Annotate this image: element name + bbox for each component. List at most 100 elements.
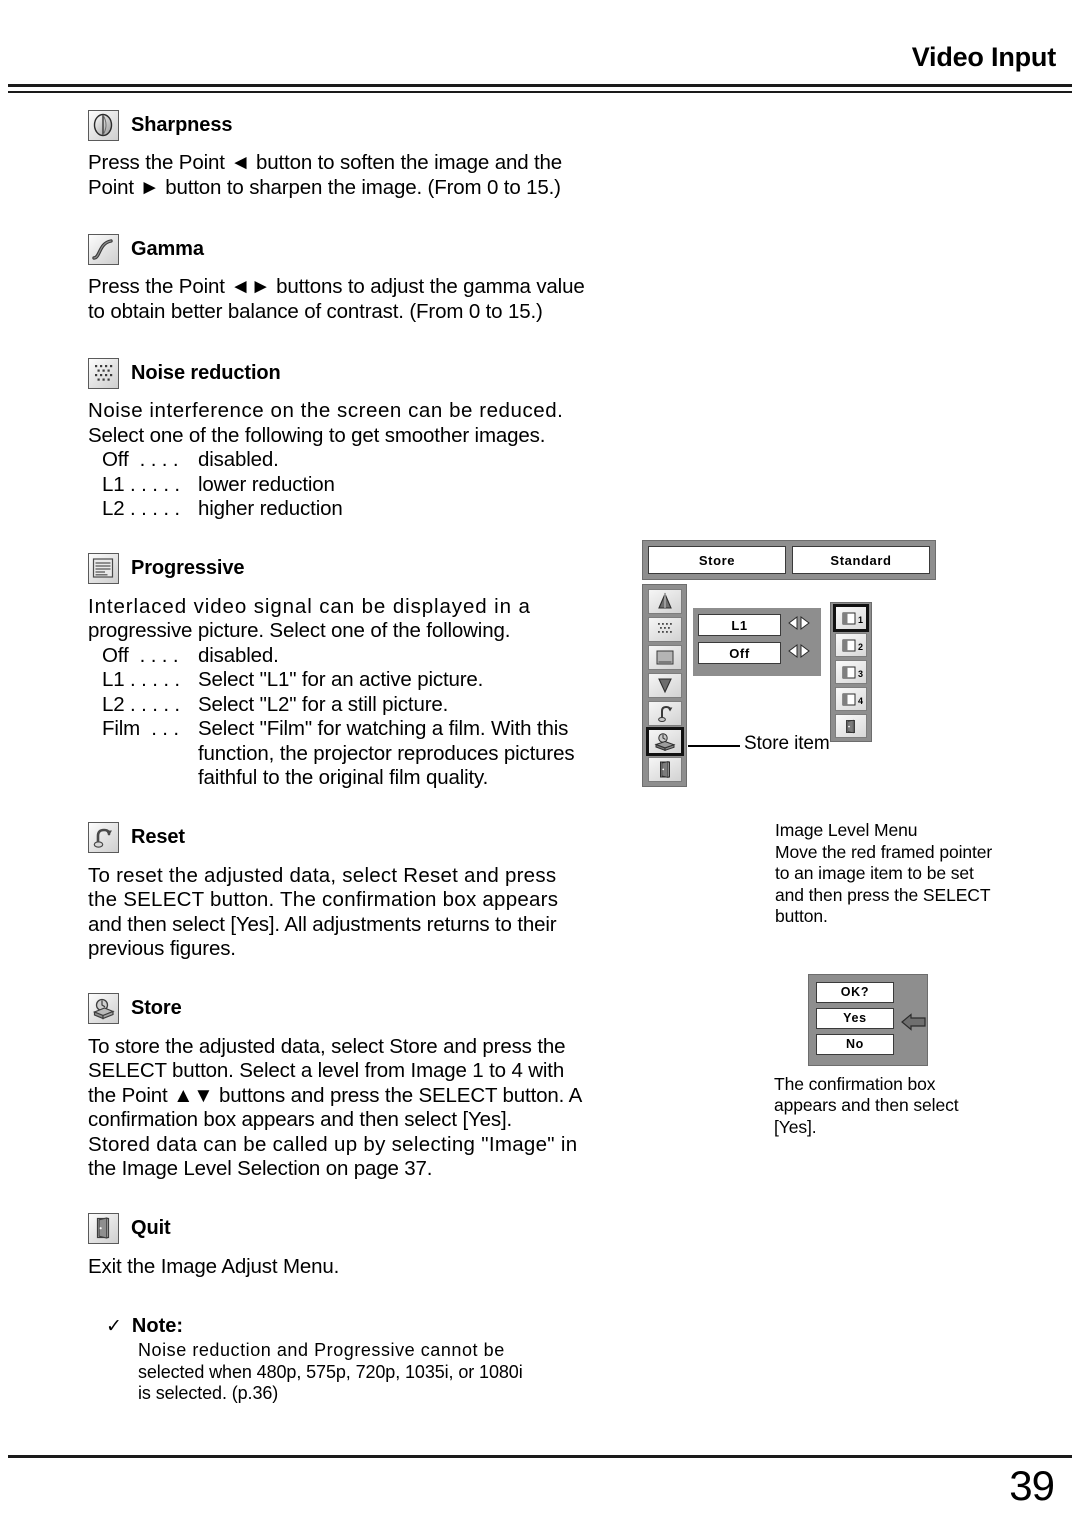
option-key: L1 . . . . . (102, 472, 180, 496)
noise-reduction-text: Noise interference on the screen can be … (88, 399, 608, 448)
osd-tab-store[interactable]: Store (648, 546, 786, 574)
option-key: Film . . . (102, 717, 179, 740)
section-store: Store To store the adjusted data, select… (88, 992, 608, 1182)
reset-line-2: the SELECT button. The confirmation box … (88, 888, 559, 911)
sharpness-title: Sharpness (131, 113, 233, 136)
image-level-number: 3 (857, 669, 863, 679)
osd-tab-standard[interactable]: Standard (792, 546, 930, 574)
osd-image-adjust-menu: Store Standard L1 Off 1 2 3 4 Store item (640, 540, 936, 790)
option-continuation: function, the projector reproduces pictu… (88, 742, 608, 791)
sharpness-text: Press the Point ◄ button to soften the i… (88, 151, 608, 200)
noise-reduction-heading: Noise reduction (88, 356, 608, 390)
confirm-prompt: OK? (816, 981, 894, 1003)
option-row: L2 . . . . . higher reduction (88, 497, 608, 522)
progressive-line-1: Interlaced video signal can be displayed… (88, 594, 531, 618)
reset-line-1: To reset the adjusted data, select Reset… (88, 863, 557, 887)
noise-reduction-options: Off . . . . disabled. L1 . . . . . lower… (88, 448, 608, 522)
quit-heading: Quit (88, 1212, 608, 1246)
option-value: lower reduction (198, 472, 335, 496)
osd-value-noise-reduction[interactable]: L1 (698, 614, 781, 636)
reset-text: To reset the adjusted data, select Reset… (88, 864, 608, 962)
option-continuation-line: function, the projector reproduces pictu… (198, 741, 575, 765)
noise-reduction-title: Noise reduction (131, 361, 281, 384)
section-reset: Reset To reset the adjusted data, select… (88, 821, 608, 962)
progressive-title: Progressive (131, 557, 245, 579)
osd-left-icon-column (642, 584, 687, 787)
option-value: disabled. (198, 448, 279, 471)
option-row: Film . . . Select "Film" for watching a … (88, 717, 608, 742)
osd-tab-bar: Store Standard (642, 540, 936, 580)
left-right-arrows-icon[interactable] (786, 643, 812, 664)
image-level-item-1[interactable]: 1 (833, 604, 869, 632)
note-heading: ✓ Note: (88, 1315, 608, 1338)
option-row: Off . . . . disabled. (88, 644, 608, 669)
confirmation-caption-line-2: appears and then select (774, 1095, 959, 1115)
store-line-3: the Point ▲▼ buttons and press the SELEC… (88, 1083, 583, 1107)
option-row: L1 . . . . . lower reduction (88, 473, 608, 498)
option-value: Select "Film" for watching a film. With … (198, 717, 569, 740)
osd-value-progressive[interactable]: Off (698, 642, 781, 664)
osd-value-row-progressive: Off (698, 642, 816, 664)
store-title: Store (131, 997, 182, 1019)
section-noise-reduction: Noise reduction Noise interference on th… (88, 356, 608, 522)
progressive-options: Off . . . . disabled. L1 . . . . . Selec… (88, 644, 608, 791)
reset-line-3: and then select [Yes]. All adjustments r… (88, 912, 557, 936)
image-level-number: 2 (857, 642, 863, 652)
progressive-heading: Progressive (88, 552, 608, 586)
sharpness-line-2: Point ► button to sharpen the image. (Fr… (88, 175, 561, 199)
header-rule-lower (8, 91, 1072, 93)
osd-value-row-noise: L1 (698, 614, 816, 636)
store-line-4: confirmation box appears and then select… (88, 1108, 513, 1131)
store-heading: Store (88, 992, 608, 1026)
store-text: To store the adjusted data, select Store… (88, 1035, 608, 1182)
osd-store-icon[interactable] (645, 727, 684, 756)
confirmation-figure: OK? Yes No The confirmation box appears … (774, 973, 1060, 1139)
option-row: L1 . . . . . Select "L1" for an active p… (88, 668, 608, 693)
left-text-column: Sharpness Press the Point ◄ button to so… (88, 108, 608, 1405)
gamma-curve-icon (88, 233, 119, 265)
reset-title: Reset (131, 826, 185, 848)
sharpness-heading: Sharpness (88, 108, 608, 142)
option-key: Off . . . . (102, 448, 179, 471)
osd-reset-icon[interactable] (647, 701, 682, 726)
reset-line-4: previous figures. (88, 937, 236, 960)
option-value: Select "L1" for an active picture. (198, 668, 484, 691)
image-level-item-3[interactable]: 3 (835, 660, 867, 684)
confirm-no-button[interactable]: No (816, 1033, 894, 1055)
osd-sharpness-icon[interactable] (647, 589, 682, 614)
section-sharpness: Sharpness Press the Point ◄ button to so… (88, 108, 608, 200)
option-value: higher reduction (198, 497, 343, 520)
note-line-1: Noise reduction and Progressive cannot b… (138, 1340, 505, 1360)
gamma-line-1: Press the Point ◄► buttons to adjust the… (88, 275, 585, 298)
note-text: Noise reduction and Progressive cannot b… (88, 1340, 608, 1405)
image-level-quit-icon[interactable] (835, 714, 867, 738)
confirmation-caption-line-1: The confirmation box (774, 1073, 936, 1094)
osd-caption-line-3: to an image item to be set (775, 863, 974, 883)
quit-text: Exit the Image Adjust Menu. (88, 1255, 608, 1280)
sharpness-sphere-icon (88, 109, 119, 141)
left-right-arrows-icon[interactable] (786, 615, 812, 636)
progressive-text: Interlaced video signal can be displayed… (88, 595, 608, 644)
page-header: Video Input (0, 42, 1080, 82)
osd-caption-line-5: button. (775, 906, 828, 926)
store-line-5: Stored data can be called up by selectin… (88, 1132, 578, 1156)
confirmation-caption: The confirmation box appears and then se… (774, 1074, 1060, 1139)
option-key: L1 . . . . . (102, 668, 180, 691)
section-gamma: Gamma Press the Point ◄► buttons to adju… (88, 232, 608, 324)
option-key: L2 . . . . . (102, 692, 180, 716)
note-line-2: selected when 480p, 575p, 720p, 1035i, o… (138, 1361, 523, 1382)
image-level-item-2[interactable]: 2 (835, 633, 867, 657)
option-key: L2 . . . . . (102, 497, 180, 520)
osd-noise-reduction-icon[interactable] (647, 617, 682, 642)
osd-gamma-icon[interactable] (647, 673, 682, 698)
osd-quit-icon[interactable] (647, 757, 682, 782)
image-level-item-4[interactable]: 4 (835, 687, 867, 711)
section-progressive: Progressive Interlaced video signal can … (88, 552, 608, 791)
quit-door-icon (88, 1213, 119, 1244)
page-title: Video Input (911, 42, 1056, 72)
confirm-yes-button[interactable]: Yes (816, 1007, 894, 1029)
confirmation-caption-line-3: [Yes]. (774, 1116, 817, 1137)
note-title: Note: (131, 1315, 184, 1337)
option-row: L2 . . . . . Select "L2" for a still pic… (88, 693, 608, 718)
osd-progressive-icon[interactable] (647, 645, 682, 670)
